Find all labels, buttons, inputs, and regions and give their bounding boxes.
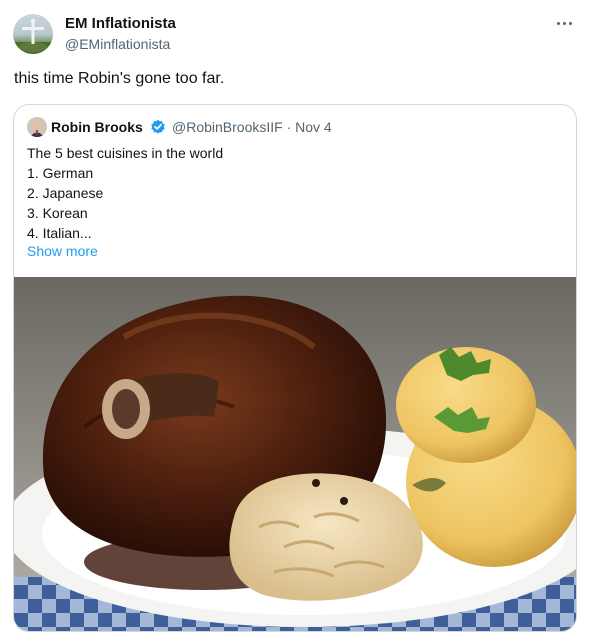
author-avatar[interactable] — [13, 14, 53, 54]
tweet-text: this time Robin's gone too far. — [14, 70, 225, 87]
verified-badge-icon — [150, 119, 166, 135]
quoted-author-avatar[interactable] — [27, 117, 47, 137]
quoted-text-line: 4. Italian... — [27, 225, 92, 241]
quoted-handle-date[interactable]: @RobinBrooksIIF · Nov 4 — [172, 119, 332, 135]
quoted-text-line: 1. German — [27, 165, 94, 181]
quoted-tweet-text: The 5 best cuisines in the world 1. Germ… — [27, 143, 223, 243]
quoted-tweet[interactable]: Robin Brooks @RobinBrooksIIF · Nov 4 The… — [13, 104, 577, 632]
quoted-text-line: 3. Korean — [27, 205, 88, 221]
quoted-media-image[interactable] — [14, 277, 577, 632]
more-options-button[interactable] — [549, 12, 579, 34]
author-name[interactable]: EM Inflationista — [65, 15, 176, 32]
quoted-author-name[interactable]: Robin Brooks — [51, 119, 143, 135]
quoted-text-line: The 5 best cuisines in the world — [27, 145, 224, 161]
quoted-text-line: 2. Japanese — [27, 185, 104, 201]
more-horizontal-icon — [555, 21, 573, 25]
author-handle[interactable]: @EMinflationista — [65, 36, 170, 52]
show-more-link[interactable]: Show more — [27, 243, 98, 259]
